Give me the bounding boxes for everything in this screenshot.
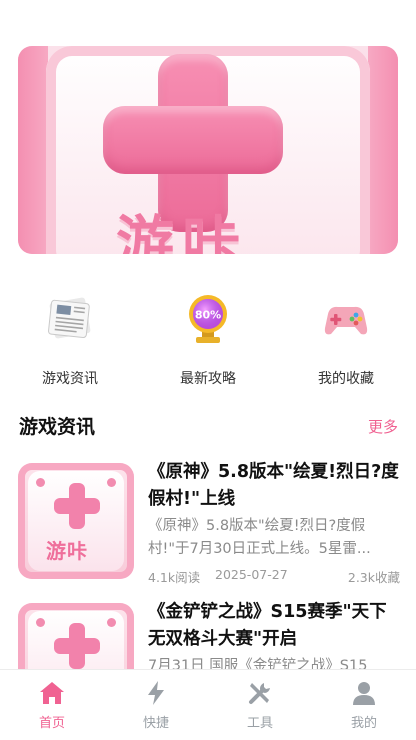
home-icon xyxy=(39,680,65,706)
lightning-icon xyxy=(143,680,169,706)
article-card[interactable]: 游咔 《原神》5.8版本"绘夏!烈日?度假村!"上线 《原神》5.8版本"绘夏!… xyxy=(18,462,400,593)
tab-label: 快捷 xyxy=(142,716,169,731)
quick-link-label: 最新攻略 xyxy=(180,371,236,387)
tab-shortcuts[interactable]: 快捷 xyxy=(104,680,208,731)
quick-link-label: 我的收藏 xyxy=(318,371,374,387)
trophy-80-icon: 80% xyxy=(180,290,236,346)
quick-link-label: 游戏资讯 xyxy=(42,371,98,387)
publish-date: 2025-07-27 xyxy=(215,567,288,582)
banner-logo-text: 游咔 xyxy=(116,209,249,254)
newspaper-icon xyxy=(42,290,98,346)
tab-label: 工具 xyxy=(246,716,273,731)
article-title[interactable]: 《原神》5.8版本"绘夏!烈日?度假村!"上线 xyxy=(148,459,400,513)
user-icon xyxy=(351,680,377,706)
favorite-count: 2.3k收藏 xyxy=(347,570,400,585)
article-title[interactable]: 《金铲铲之战》S15赛季"天下无双格斗大赛"开启 xyxy=(148,599,400,653)
article-summary: 《原神》5.8版本"绘夏!烈日?度假村!"于7月30日正式上线。5星雷... xyxy=(148,518,371,557)
hero-banner[interactable]: 游咔 xyxy=(18,46,398,254)
banner-edge-left xyxy=(18,46,48,254)
section-title: 游戏资讯 xyxy=(19,416,96,438)
tab-profile[interactable]: 我的 xyxy=(312,680,416,731)
tab-label: 首页 xyxy=(38,716,65,731)
read-count: 4.1k阅读 xyxy=(148,570,201,585)
article-meta: 4.1k阅读 2025-07-27 2.3k收藏 xyxy=(148,567,400,586)
thumbnail-text: 游咔 xyxy=(46,539,88,563)
tools-icon xyxy=(247,680,273,706)
tab-home[interactable]: 首页 xyxy=(0,680,104,731)
quick-links: 游戏资讯 80% 最新攻略 我的收藏 xyxy=(0,290,416,390)
bottom-tab-bar: 首页 快捷 工具 我的 xyxy=(0,669,416,740)
more-link[interactable]: 更多 xyxy=(368,416,398,437)
article-thumbnail: 游咔 xyxy=(18,463,134,579)
banner-edge-right xyxy=(368,46,398,254)
quick-link-guides[interactable]: 80% 最新攻略 xyxy=(148,290,268,388)
tab-tools[interactable]: 工具 xyxy=(208,680,312,731)
tab-label: 我的 xyxy=(350,716,377,731)
quick-link-news[interactable]: 游戏资讯 xyxy=(10,290,130,388)
svg-text:80%: 80% xyxy=(195,309,221,322)
quick-link-favorites[interactable]: 我的收藏 xyxy=(286,290,406,388)
gamepad-icon xyxy=(318,290,374,346)
